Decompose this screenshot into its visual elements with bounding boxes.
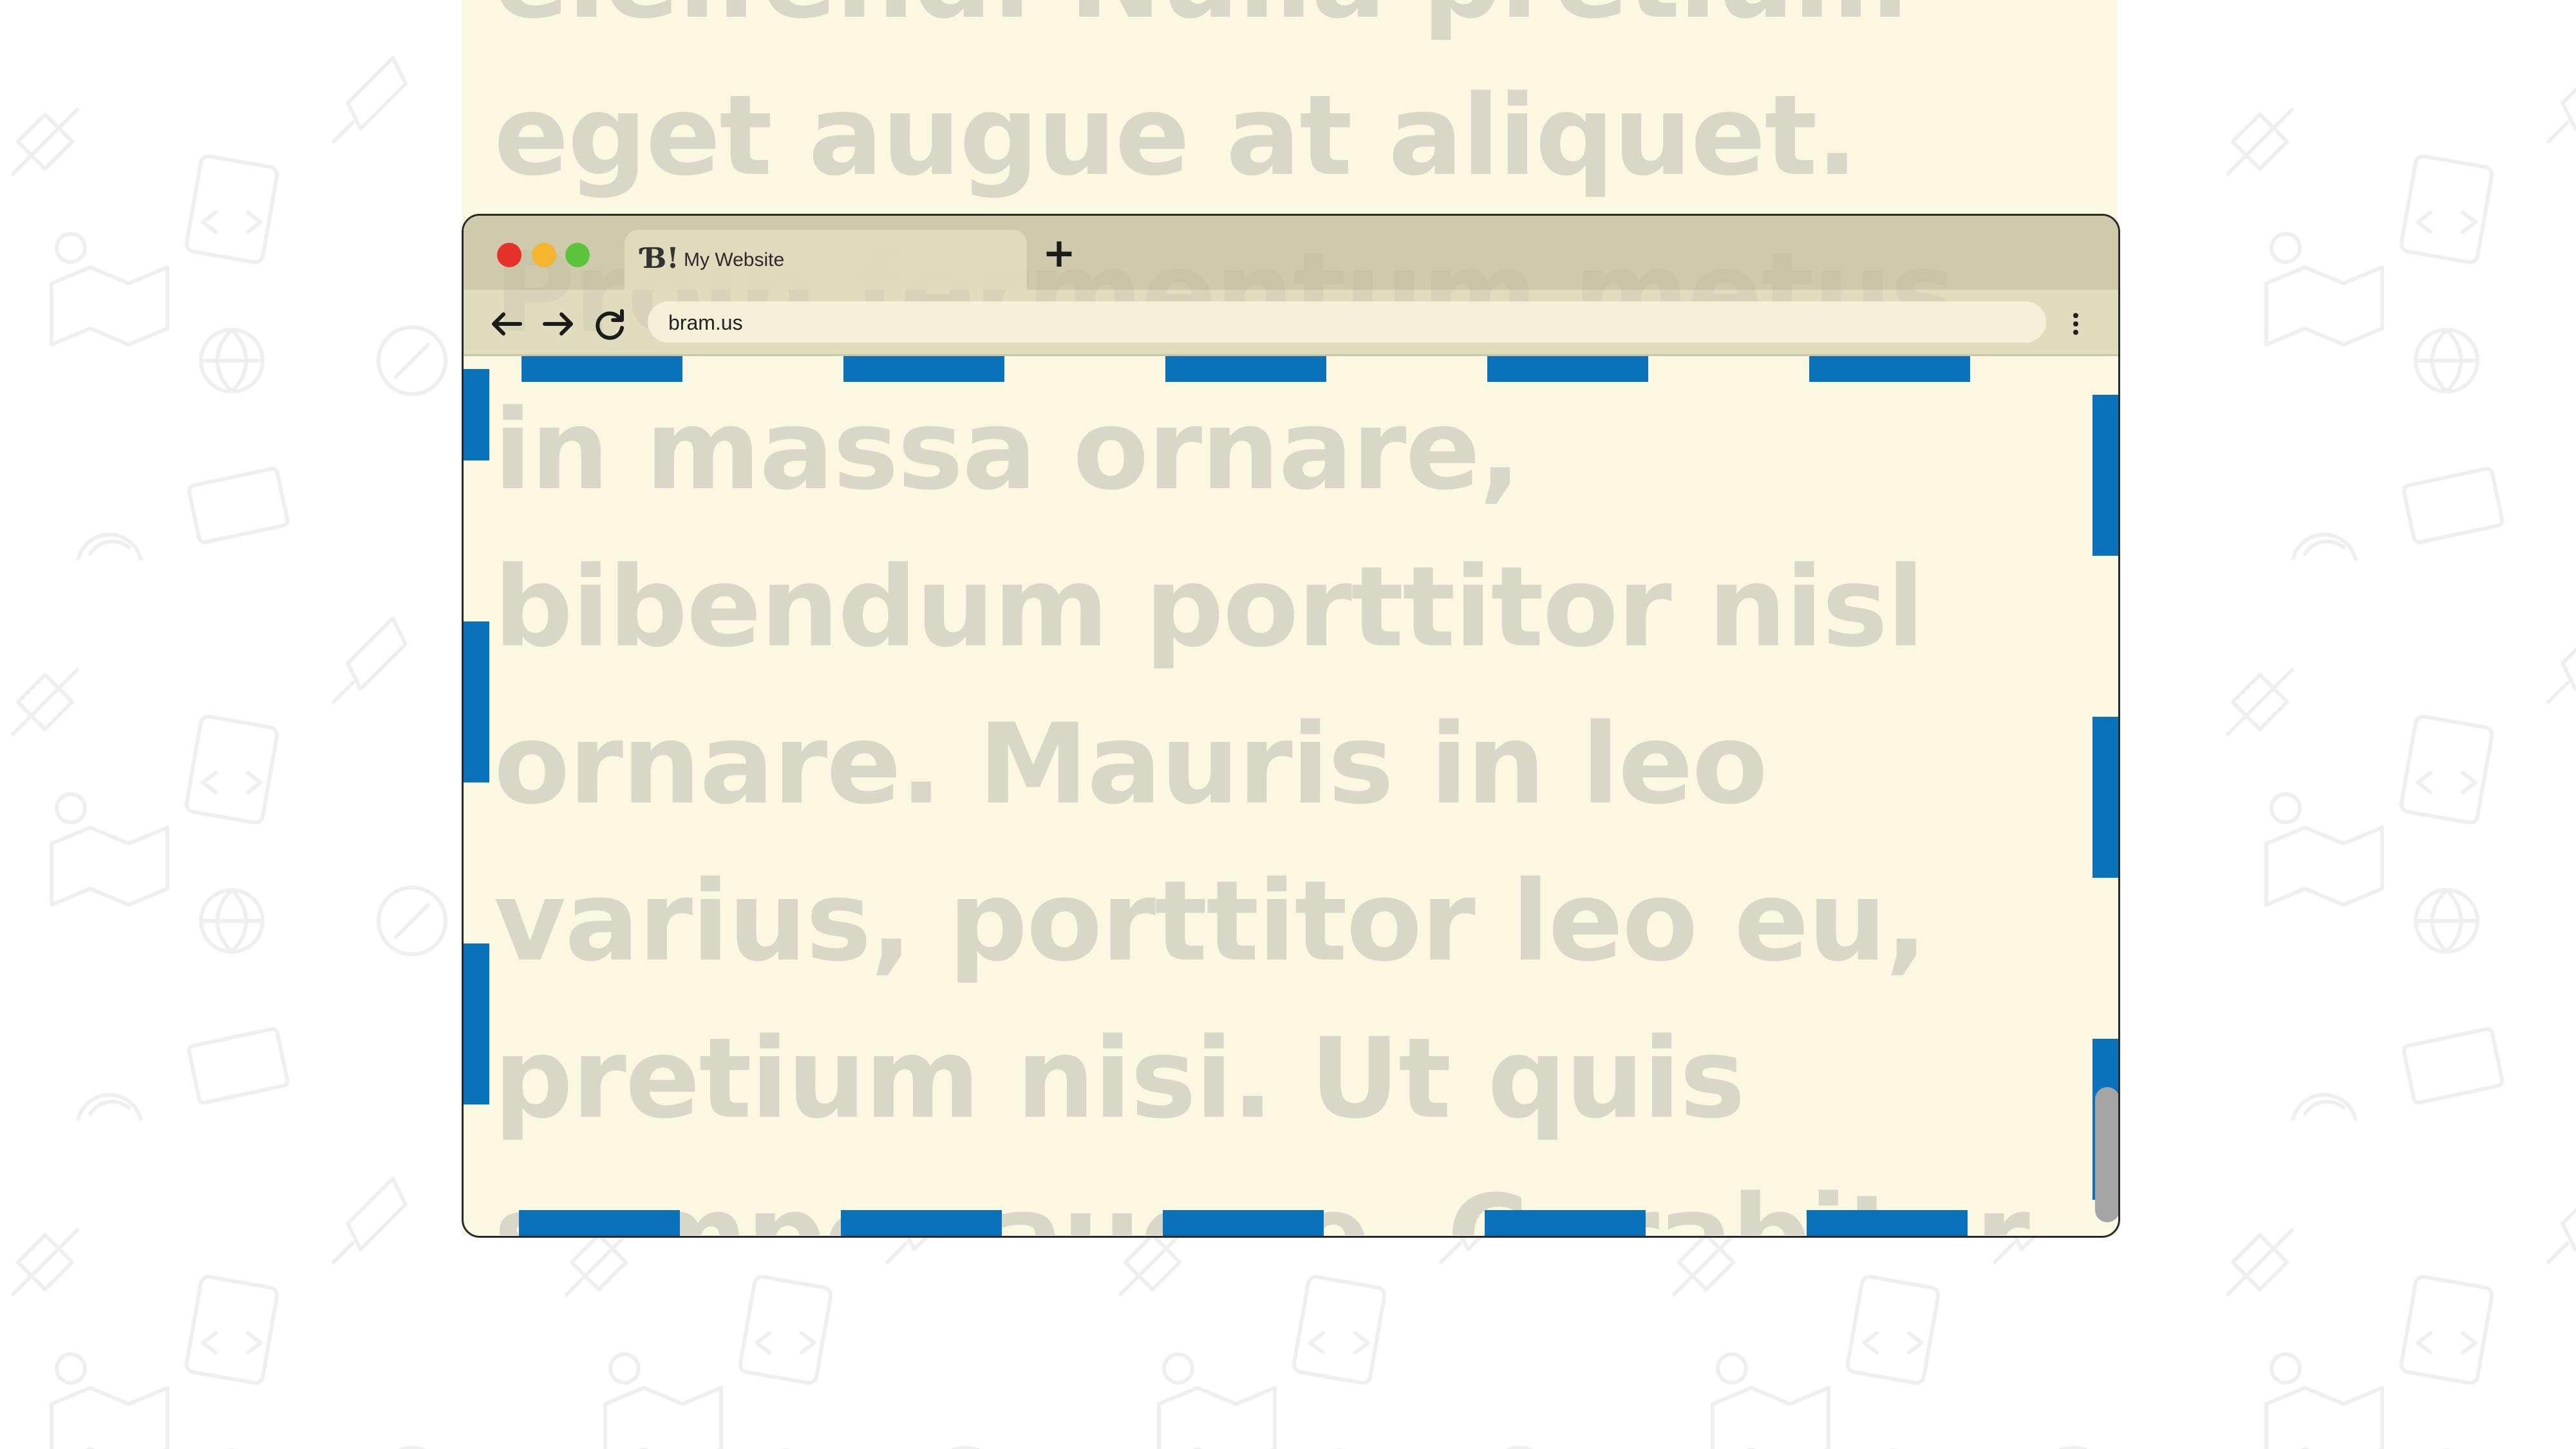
arrow-right-icon[interactable] bbox=[540, 305, 577, 343]
address-bar[interactable]: bram.us bbox=[648, 301, 2046, 343]
browser-viewport bbox=[464, 356, 2118, 1236]
viewport-dashed-outline bbox=[464, 356, 2118, 1236]
maximize-window-button[interactable] bbox=[565, 243, 590, 267]
favicon-icon: Ɓ! bbox=[643, 242, 679, 275]
tab-title: My Website bbox=[684, 249, 785, 270]
arrow-left-icon[interactable] bbox=[488, 305, 525, 343]
tab-bar: Ɓ! My Website + bbox=[464, 216, 2118, 290]
tab-my-website[interactable]: Ɓ! My Website bbox=[625, 230, 1027, 290]
reload-icon[interactable] bbox=[591, 305, 628, 343]
address-url: bram.us bbox=[668, 311, 743, 334]
browser-toolbar: bram.us bbox=[464, 290, 2118, 356]
vertical-dots-icon[interactable] bbox=[2063, 304, 2089, 343]
close-window-button[interactable] bbox=[497, 243, 522, 267]
browser-window: Ɓ! My Website + bram.us bbox=[462, 214, 2120, 1238]
scrollbar-thumb[interactable] bbox=[2095, 1087, 2118, 1222]
new-tab-button[interactable]: + bbox=[1040, 233, 1078, 273]
minimize-window-button[interactable] bbox=[532, 243, 556, 267]
vertical-scrollbar[interactable] bbox=[2080, 356, 2118, 1236]
